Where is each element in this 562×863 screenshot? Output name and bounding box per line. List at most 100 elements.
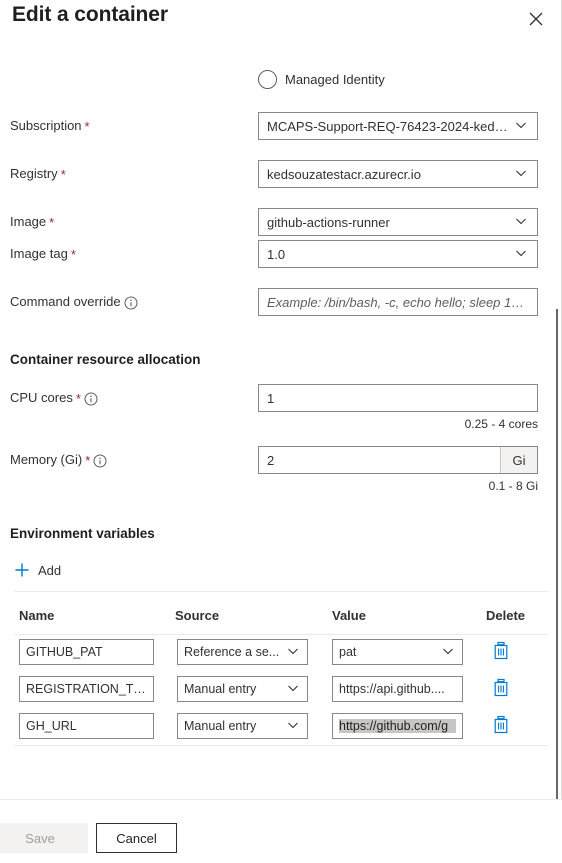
chevron-down-icon (442, 645, 456, 659)
required-asterisk: * (85, 453, 91, 468)
delete-row-button[interactable] (492, 641, 512, 663)
env-value-input[interactable]: https://api.github.... (332, 676, 463, 702)
edit-container-panel: Edit a container Managed Identity Subscr… (0, 0, 562, 863)
env-value-value: https://github.com/g (339, 719, 456, 733)
env-source-dropdown[interactable]: Manual entry (177, 676, 308, 702)
subscription-value: MCAPS-Support-REQ-76423-2024-keds... (267, 118, 509, 134)
image-dropdown[interactable]: github-actions-runner (258, 208, 538, 236)
table-top-divider (14, 591, 548, 592)
trash-icon (492, 678, 512, 698)
image-label: Image * (10, 214, 54, 229)
radio-circle-icon (258, 70, 277, 89)
field-row-registry: Registry * kedsouzatestacr.azurecr.io (0, 160, 562, 190)
chevron-down-icon (515, 247, 529, 261)
image-value: github-actions-runner (267, 214, 390, 230)
trash-icon (492, 641, 512, 661)
field-row-memory: Memory (Gi) * 2 Gi (0, 446, 562, 476)
save-button[interactable]: Save (0, 823, 88, 853)
chevron-down-icon (515, 215, 529, 229)
scrollbar-thumb[interactable] (556, 309, 558, 836)
cpu-cores-label: CPU cores * (10, 390, 98, 405)
column-header-value: Value (332, 608, 366, 623)
env-source-value: Reference a se... (184, 645, 280, 659)
command-override-label: Command override (10, 294, 138, 309)
add-environment-variable-button[interactable]: Add (14, 562, 61, 578)
info-icon[interactable] (84, 392, 98, 406)
registry-dropdown[interactable]: kedsouzatestacr.azurecr.io (258, 160, 538, 188)
image-label-text: Image (10, 214, 47, 229)
env-value-value: pat (339, 645, 357, 659)
subscription-label-text: Subscription (10, 118, 82, 133)
subscription-label: Subscription * (10, 118, 90, 133)
managed-identity-label: Managed Identity (285, 72, 385, 87)
env-name-value: REGISTRATION_TO... (26, 682, 147, 696)
plus-icon (14, 562, 30, 578)
field-row-cpu-cores: CPU cores * 1 (0, 384, 562, 414)
env-source-dropdown[interactable]: Reference a se... (177, 639, 308, 665)
cpu-cores-label-text: CPU cores (10, 390, 73, 405)
delete-row-button[interactable] (492, 715, 512, 737)
chevron-down-icon (287, 719, 301, 733)
env-name-input[interactable]: GH_URL (19, 713, 154, 739)
memory-input[interactable]: 2 (259, 447, 500, 473)
table-header-divider (14, 634, 548, 635)
env-value-input[interactable]: https://github.com/g (332, 713, 463, 739)
add-label: Add (38, 562, 62, 578)
cpu-cores-value: 1 (267, 390, 275, 406)
column-header-name: Name (19, 608, 55, 623)
required-asterisk: * (60, 167, 66, 182)
subscription-dropdown[interactable]: MCAPS-Support-REQ-76423-2024-keds... (258, 112, 538, 140)
memory-hint: 0.1 - 8 Gi (488, 479, 538, 493)
registry-label: Registry * (10, 166, 66, 181)
registry-value: kedsouzatestacr.azurecr.io (267, 166, 421, 182)
panel-footer: Save Cancel (0, 799, 562, 863)
image-tag-dropdown[interactable]: 1.0 (258, 240, 538, 268)
container-resource-allocation-heading: Container resource allocation (10, 352, 201, 367)
required-asterisk: * (75, 391, 81, 406)
required-asterisk: * (49, 215, 55, 230)
field-row-image: Image * github-actions-runner (0, 208, 562, 238)
cpu-cores-hint: 0.25 - 4 cores (464, 417, 538, 431)
page-title: Edit a container (12, 3, 168, 26)
field-row-subscription: Subscription * MCAPS-Support-REQ-76423-2… (0, 112, 562, 142)
env-name-input[interactable]: REGISTRATION_TO... (19, 676, 154, 702)
column-header-delete: Delete (486, 608, 526, 623)
info-icon[interactable] (124, 296, 138, 310)
required-asterisk: * (70, 247, 76, 262)
memory-label-text: Memory (Gi) (10, 452, 83, 467)
env-name-value: GH_URL (26, 719, 77, 733)
managed-identity-radio[interactable]: Managed Identity (258, 70, 385, 89)
image-tag-value: 1.0 (267, 246, 286, 262)
info-icon[interactable] (93, 454, 107, 468)
chevron-down-icon (287, 645, 301, 659)
env-source-dropdown[interactable]: Manual entry (177, 713, 308, 739)
memory-input-group: 2 Gi (258, 446, 538, 474)
cpu-cores-input[interactable]: 1 (258, 384, 538, 412)
image-tag-label-text: Image tag (10, 246, 68, 261)
registry-label-text: Registry (10, 166, 58, 181)
command-override-placeholder: Example: /bin/bash, -c, echo hello; slee… (267, 294, 529, 310)
column-header-source: Source (175, 608, 220, 623)
field-row-command-override: Command override Example: /bin/bash, -c,… (0, 288, 562, 318)
panel-header: Edit a container (0, 0, 562, 44)
env-source-value: Manual entry (184, 682, 257, 696)
memory-unit-suffix: Gi (500, 447, 537, 473)
command-override-label-text: Command override (10, 294, 121, 309)
command-override-input[interactable]: Example: /bin/bash, -c, echo hello; slee… (258, 288, 538, 316)
env-value-value: https://api.github.... (339, 682, 445, 696)
close-button[interactable] (520, 4, 552, 34)
env-name-value: GITHUB_PAT (26, 645, 103, 659)
chevron-down-icon (515, 119, 529, 133)
memory-label: Memory (Gi) * (10, 452, 107, 467)
cancel-button[interactable]: Cancel (96, 823, 177, 853)
env-name-input[interactable]: GITHUB_PAT (19, 639, 154, 665)
chevron-down-icon (287, 682, 301, 696)
env-value-dropdown[interactable]: pat (332, 639, 463, 665)
delete-row-button[interactable] (492, 678, 512, 700)
field-row-image-tag: Image tag * 1.0 (0, 240, 562, 270)
trash-icon (492, 715, 512, 735)
chevron-down-icon (515, 167, 529, 181)
required-asterisk: * (84, 119, 90, 134)
panel-content: Managed Identity Subscription * MCAPS-Su… (0, 44, 562, 800)
image-tag-label: Image tag * (10, 246, 76, 261)
